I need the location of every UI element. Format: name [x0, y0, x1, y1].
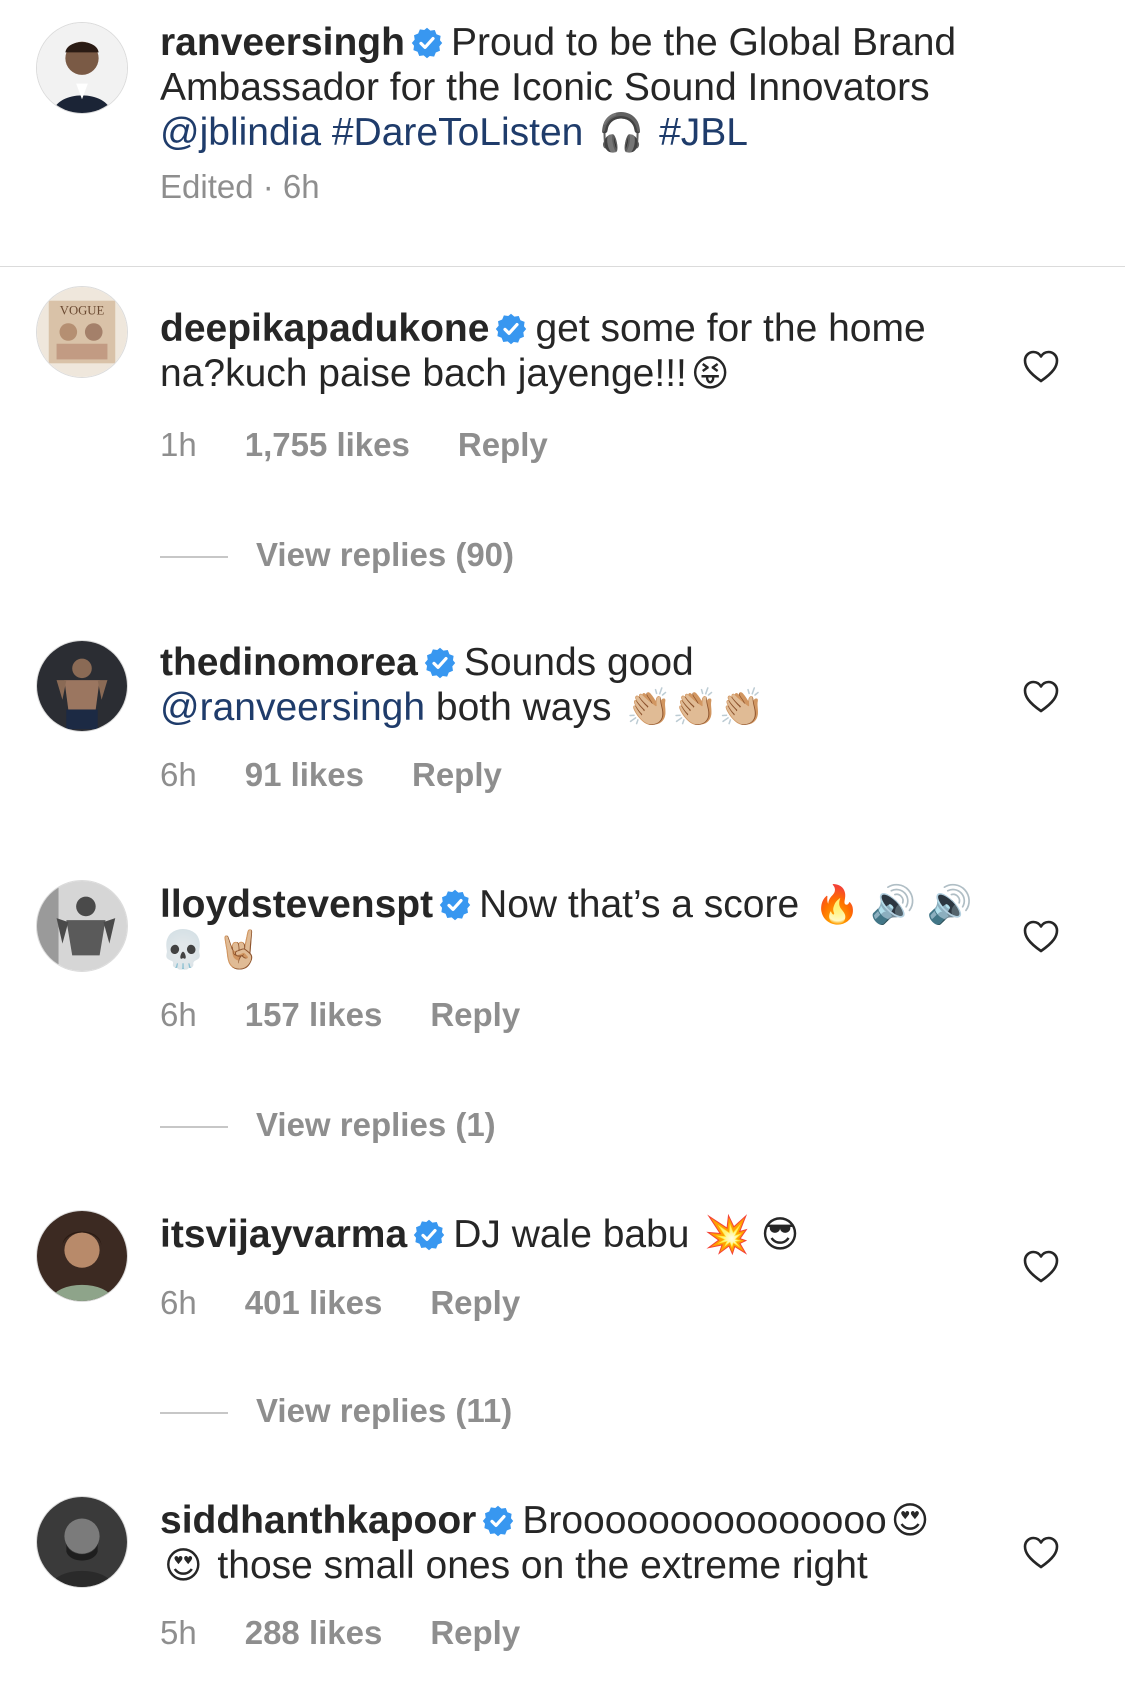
avatar-thedinomorea[interactable] [36, 640, 128, 732]
comment-body: Now that’s a score [479, 883, 800, 926]
like-heart-icon[interactable] [1023, 920, 1059, 954]
verified-badge-icon [439, 889, 471, 921]
view-replies-line [160, 1412, 228, 1415]
comment-text: lloydstevenspt Now that’s a score 🔥 🔊 🔊 💀… [160, 882, 980, 972]
reply-button[interactable]: Reply [430, 1284, 520, 1321]
comment-meta: 6h 401 likes Reply [160, 1284, 568, 1322]
comment-time: 1h [160, 426, 197, 463]
avatar-lloydstevenspt[interactable] [36, 880, 128, 972]
comment-meta: 1h 1,755 likes Reply [160, 426, 596, 464]
like-heart-icon[interactable] [1023, 1250, 1059, 1284]
verified-badge-icon [424, 647, 456, 679]
comment-text: thedinomorea Sounds good @ranveersingh bo… [160, 640, 980, 730]
comment-likes[interactable]: 157 likes [245, 996, 383, 1033]
comment-time: 6h [160, 996, 197, 1033]
caption-mention[interactable]: @jblindia [160, 111, 321, 154]
comment-username[interactable]: thedinomorea [160, 641, 418, 684]
view-replies-line [160, 556, 228, 559]
like-heart-icon[interactable] [1023, 1536, 1059, 1570]
comment-body: DJ wale babu [453, 1213, 690, 1256]
headphones-emoji: 🎧 [598, 112, 645, 153]
avatar-deepikapadukone[interactable]: VOGUE [36, 286, 128, 378]
comment-time: 6h [160, 1284, 197, 1321]
comment-text: itsvijayvarma DJ wale babu 💥 😎 [160, 1212, 980, 1257]
comment-likes[interactable]: 1,755 likes [245, 426, 410, 463]
caption-hashtag-dare[interactable]: #DareToListen [332, 111, 583, 154]
verified-badge-icon [495, 313, 527, 345]
comment-meta: 6h 157 likes Reply [160, 996, 568, 1034]
comment-body-2: both ways [435, 686, 612, 729]
svg-text:VOGUE: VOGUE [60, 303, 105, 317]
tongue-emoji: 😝 [690, 353, 730, 394]
caption-meta: Edited · 6h [160, 168, 368, 206]
comment-body: Sounds good [463, 641, 694, 684]
comment-text: siddhanthkapoor Brooooooooooooooo 😍 😍 thos… [160, 1498, 980, 1588]
comment-username[interactable]: lloydstevenspt [160, 883, 433, 926]
caption-hashtag-jbl[interactable]: #JBL [659, 111, 748, 154]
comment-likes[interactable]: 401 likes [245, 1284, 383, 1321]
view-replies-label: View replies (11) [256, 1392, 513, 1429]
comment-likes[interactable]: 91 likes [245, 756, 364, 793]
heart-eyes-emoji-2: 😍 [164, 1545, 203, 1586]
comment-time: 5h [160, 1614, 197, 1651]
reply-button[interactable]: Reply [430, 1614, 520, 1651]
comment-body-2: those small ones on the extreme right [217, 1544, 868, 1587]
caption-username[interactable]: ranveersingh [160, 21, 405, 64]
view-replies-button[interactable]: View replies (1) [160, 1106, 496, 1144]
collision-cool-emojis: 💥 😎 [704, 1214, 800, 1255]
reply-button[interactable]: Reply [458, 426, 548, 463]
avatar-itsvijayvarma[interactable] [36, 1210, 128, 1302]
caption-edited-time: Edited · 6h [160, 168, 320, 205]
caption-text: ranveersingh Proud to be the Global Brand… [160, 20, 980, 155]
avatar-ranveersingh[interactable] [36, 22, 128, 114]
comment-username[interactable]: deepikapadukone [160, 307, 489, 350]
comment-username[interactable]: siddhanthkapoor [160, 1499, 476, 1542]
comment-meta: 6h 91 likes Reply [160, 756, 550, 794]
comment-body: Brooooooooooooooo [522, 1499, 887, 1542]
view-replies-label: View replies (90) [256, 536, 515, 573]
comment-text: deepikapadukone get some for the home na?… [160, 306, 980, 396]
view-replies-line [160, 1126, 228, 1129]
like-heart-icon[interactable] [1023, 350, 1059, 384]
avatar-siddhanthkapoor[interactable] [36, 1496, 128, 1588]
verified-badge-icon [413, 1219, 445, 1251]
comment-username[interactable]: itsvijayvarma [160, 1213, 407, 1256]
comment-time: 6h [160, 756, 197, 793]
clapping-emoji: 👏🏼👏🏼👏🏼 [626, 687, 765, 728]
comment-mention[interactable]: @ranveersingh [160, 686, 425, 729]
view-replies-button[interactable]: View replies (90) [160, 536, 514, 574]
comment-likes[interactable]: 288 likes [245, 1614, 383, 1651]
view-replies-label: View replies (1) [256, 1106, 496, 1143]
reply-button[interactable]: Reply [412, 756, 502, 793]
reply-button[interactable]: Reply [430, 996, 520, 1033]
verified-badge-icon [411, 27, 443, 59]
verified-badge-icon [482, 1505, 514, 1537]
view-replies-button[interactable]: View replies (11) [160, 1392, 512, 1430]
heart-eyes-emoji: 😍 [890, 1500, 930, 1541]
comment-meta: 5h 288 likes Reply [160, 1614, 568, 1652]
divider [0, 266, 1125, 267]
like-heart-icon[interactable] [1023, 680, 1059, 714]
